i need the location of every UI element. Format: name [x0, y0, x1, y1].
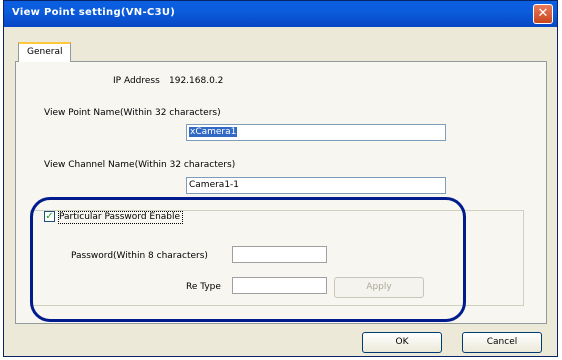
ok-button[interactable]: OK [362, 332, 442, 353]
ip-address-label: IP Address [113, 76, 160, 86]
view-channel-name-label: View Channel Name(Within 32 characters) [44, 160, 236, 170]
dialog-window: View Point setting(VN-C3U) ✕ General IP … [3, 0, 558, 357]
window-title: View Point setting(VN-C3U) [12, 7, 176, 18]
view-point-name-value: xCamera1 [189, 127, 238, 137]
particular-password-checkbox[interactable]: ✓ [44, 211, 55, 222]
cancel-button[interactable]: Cancel [462, 332, 542, 353]
ip-address-value: 192.168.0.2 [169, 76, 224, 86]
password-label: Password(Within 8 characters) [71, 251, 208, 261]
view-channel-name-input[interactable]: Camera1-1 [186, 177, 446, 194]
apply-button[interactable]: Apply [334, 277, 424, 298]
retype-label: Re Type [186, 282, 221, 292]
title-bar[interactable]: View Point setting(VN-C3U) ✕ [4, 1, 557, 27]
password-input[interactable] [232, 246, 327, 263]
view-point-name-label: View Point Name(Within 32 characters) [44, 108, 221, 118]
tab-general[interactable]: General [18, 42, 72, 62]
close-button[interactable]: ✕ [533, 4, 553, 24]
close-icon: ✕ [537, 6, 549, 21]
retype-input[interactable] [232, 277, 327, 294]
particular-password-label[interactable]: Particular Password Enable [58, 211, 184, 224]
view-point-name-input[interactable]: xCamera1 [186, 124, 446, 141]
view-channel-name-value: Camera1-1 [189, 180, 240, 190]
